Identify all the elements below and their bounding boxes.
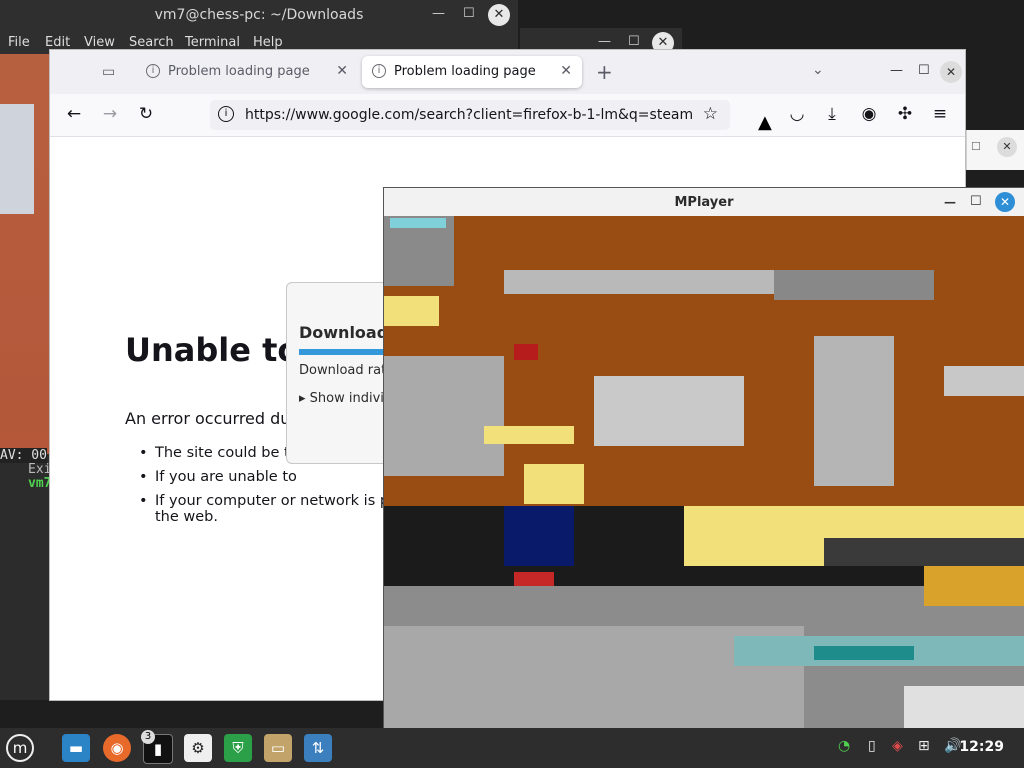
maximize-icon[interactable]: ☐ bbox=[970, 194, 982, 209]
pocket-icon[interactable]: ◡ bbox=[786, 104, 808, 124]
background-window: ☐ ✕ bbox=[966, 130, 1024, 170]
forward-icon[interactable]: → bbox=[99, 104, 121, 124]
reload-icon[interactable]: ↻ bbox=[135, 104, 157, 124]
close-icon[interactable]: ✕ bbox=[336, 63, 348, 79]
video-region bbox=[484, 426, 574, 444]
maximize-icon[interactable]: ☐ bbox=[918, 63, 930, 78]
mplayer-title: MPlayer bbox=[674, 195, 734, 210]
video-region bbox=[504, 506, 574, 566]
menu-file[interactable]: File bbox=[8, 35, 30, 50]
account-icon[interactable]: ◉ bbox=[858, 104, 880, 124]
dialog-title: Downloadi bbox=[299, 323, 394, 342]
url-text[interactable]: https://www.google.com/search?client=fir… bbox=[245, 107, 693, 123]
terminal-line: vm7 bbox=[28, 476, 52, 491]
menu-terminal[interactable]: Terminal bbox=[185, 35, 240, 50]
error-description: An error occurred du bbox=[125, 409, 291, 428]
menu-help[interactable]: Help bbox=[253, 35, 283, 50]
terminal-line: Exi bbox=[28, 462, 52, 477]
minimize-icon[interactable]: — bbox=[944, 195, 956, 209]
taskbar: m ▬ ◉ ▮ 3 ⚙ ⛨ ▭ ⇅ ◔ ▯ ◈ ⊞ 🔊 12:29 bbox=[0, 728, 1024, 768]
close-icon[interactable]: ✕ bbox=[997, 137, 1017, 157]
menu-icon[interactable]: ≡ bbox=[929, 104, 951, 124]
security-icon[interactable]: ◈ bbox=[892, 738, 903, 754]
error-title: Unable to bbox=[125, 331, 300, 369]
video-region bbox=[514, 344, 538, 360]
settings-gear-icon[interactable]: ⚙ bbox=[184, 734, 212, 762]
clipboard-icon[interactable]: ▯ bbox=[868, 738, 876, 754]
back-icon[interactable]: ← bbox=[63, 104, 85, 124]
info-icon: i bbox=[146, 64, 160, 78]
folder-icon[interactable]: ▭ bbox=[264, 734, 292, 762]
new-tab-button[interactable]: + bbox=[596, 60, 613, 84]
video-region bbox=[814, 646, 914, 660]
minimize-icon[interactable]: — bbox=[432, 6, 445, 21]
video-region bbox=[514, 572, 554, 586]
video-region bbox=[924, 566, 1024, 606]
update-manager-icon[interactable]: ⇅ bbox=[304, 734, 332, 762]
download-icon[interactable]: ⤓ bbox=[821, 104, 843, 124]
list-item-continuation: the web. bbox=[155, 509, 218, 525]
mplayer-window: MPlayer — ☐ ✕ bbox=[384, 188, 1024, 728]
firefox-icon[interactable]: ◉ bbox=[103, 734, 131, 762]
close-icon[interactable]: ✕ bbox=[940, 61, 962, 83]
video-region bbox=[524, 464, 584, 504]
video-region bbox=[814, 336, 894, 486]
video-region bbox=[594, 376, 744, 446]
show-individual-toggle[interactable]: ▸ Show indivi bbox=[299, 391, 384, 406]
close-icon[interactable]: ✕ bbox=[488, 4, 510, 26]
tab-label: Problem loading page bbox=[394, 64, 536, 79]
video-region bbox=[384, 296, 439, 326]
chevron-down-icon[interactable]: ⌄ bbox=[812, 62, 824, 78]
network-icon[interactable]: ⊞ bbox=[918, 738, 930, 754]
tab-problem-loading-2[interactable]: i Problem loading page ✕ bbox=[362, 56, 582, 88]
terminal-line: AV: 00 bbox=[0, 448, 47, 463]
tab-strip: ▭ i Problem loading page ✕ i Problem loa… bbox=[50, 50, 965, 94]
download-rate: Download rat bbox=[299, 363, 387, 378]
video-region bbox=[504, 270, 774, 294]
video-region bbox=[384, 356, 504, 476]
url-bar[interactable]: i https://www.google.com/search?client=f… bbox=[210, 100, 730, 130]
close-icon[interactable]: ✕ bbox=[995, 192, 1015, 212]
download-dialog: Downloadi Download rat ▸ Show indivi bbox=[286, 282, 398, 464]
toggle-label: Show indivi bbox=[309, 391, 384, 406]
extensions-icon[interactable]: ✣ bbox=[894, 104, 916, 124]
mint-menu-icon[interactable]: m bbox=[6, 734, 34, 762]
terminal-body[interactable] bbox=[0, 54, 50, 700]
star-icon[interactable]: ☆ bbox=[703, 104, 718, 124]
maximize-icon[interactable]: ☐ bbox=[628, 34, 640, 49]
terminal-titlebar[interactable]: vm7@chess-pc: ~/Downloads — ☐ ✕ bbox=[0, 0, 518, 30]
menu-edit[interactable]: Edit bbox=[45, 35, 70, 50]
video-region bbox=[390, 218, 446, 228]
minimize-icon[interactable]: — bbox=[890, 63, 903, 78]
shield-icon[interactable]: ⛨ bbox=[224, 734, 252, 762]
window-count-badge: 3 bbox=[141, 730, 155, 744]
files-icon[interactable]: ▬ bbox=[62, 734, 90, 762]
menu-search[interactable]: Search bbox=[129, 35, 174, 50]
video-ascii-canvas[interactable] bbox=[384, 216, 1024, 728]
menu-view[interactable]: View bbox=[84, 35, 115, 50]
minimize-icon[interactable]: — bbox=[598, 34, 611, 49]
video-region bbox=[824, 538, 1024, 566]
navigation-bar: ← → ↻ i https://www.google.com/search?cl… bbox=[50, 94, 965, 137]
firefox-view-icon[interactable]: ▭ bbox=[102, 64, 115, 80]
mplayer-titlebar[interactable]: MPlayer — ☐ ✕ bbox=[384, 188, 1024, 216]
maximize-icon[interactable]: ☐ bbox=[971, 140, 981, 153]
video-region bbox=[904, 686, 1024, 728]
clock[interactable]: 12:29 bbox=[959, 739, 1004, 755]
pixel-block bbox=[0, 104, 34, 214]
info-icon[interactable]: i bbox=[218, 106, 234, 122]
close-icon[interactable]: ✕ bbox=[560, 63, 572, 79]
mouse-cursor-icon: ▲ bbox=[758, 112, 772, 133]
info-icon: i bbox=[372, 64, 386, 78]
list-item: If your computer or network is pro bbox=[139, 493, 404, 509]
list-item: If you are unable to bbox=[139, 469, 404, 485]
maximize-icon[interactable]: ☐ bbox=[463, 6, 475, 21]
tab-label: Problem loading page bbox=[168, 64, 310, 79]
updates-icon[interactable]: ◔ bbox=[838, 738, 850, 754]
tab-problem-loading-1[interactable]: i Problem loading page ✕ bbox=[136, 56, 358, 88]
video-region bbox=[944, 366, 1024, 396]
video-region bbox=[774, 270, 934, 300]
